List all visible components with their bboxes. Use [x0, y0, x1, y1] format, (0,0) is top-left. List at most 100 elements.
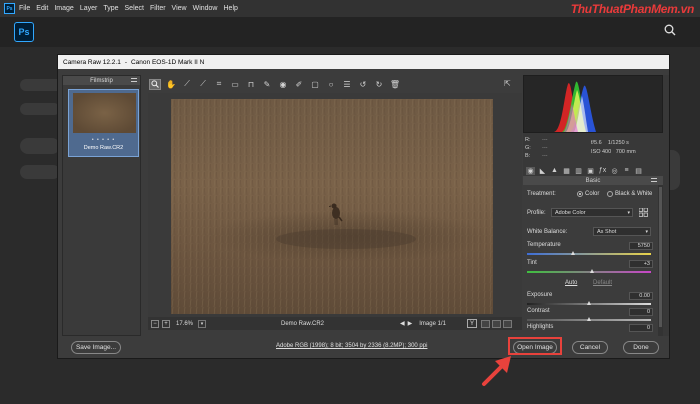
split-toning-tab-icon[interactable]: ▥: [574, 167, 583, 175]
temperature-row: Temperature: [527, 242, 561, 248]
panel-scrollbar[interactable]: [658, 185, 663, 336]
straighten-tool-icon[interactable]: ▭: [229, 79, 241, 90]
radio-unchecked-icon[interactable]: [607, 191, 613, 197]
menu-edit[interactable]: Edit: [36, 5, 48, 12]
menu-view[interactable]: View: [172, 5, 187, 12]
temperature-slider[interactable]: [527, 251, 651, 255]
menu-filter[interactable]: Filter: [150, 5, 166, 12]
g-label: G:: [525, 145, 531, 151]
menu-window[interactable]: Window: [193, 5, 218, 12]
save-image-button[interactable]: Save Image...: [71, 341, 121, 354]
ps-mini-icon: Ps: [4, 3, 15, 14]
temperature-slider-knob[interactable]: [571, 251, 575, 255]
temperature-label: Temperature: [527, 242, 561, 248]
auto-button[interactable]: Auto: [565, 280, 577, 286]
lens-tab-icon[interactable]: ▣: [586, 167, 595, 175]
exposure-value[interactable]: 0.00: [629, 292, 653, 300]
presets-tab-icon[interactable]: ≡: [622, 167, 631, 174]
effects-tab-icon[interactable]: ƒx: [598, 167, 607, 174]
red-eye-icon[interactable]: ◉: [277, 79, 289, 90]
done-button[interactable]: Done: [623, 341, 659, 354]
chevron-down-icon: ▾: [627, 209, 630, 216]
hsl-tab-icon[interactable]: ▦: [562, 167, 571, 175]
menu-layer[interactable]: Layer: [80, 5, 98, 12]
highlights-label: Highlights: [527, 324, 554, 330]
rating-stars[interactable]: • • • • •: [69, 137, 138, 143]
zoom-tool-icon[interactable]: [149, 78, 161, 90]
highlights-row: Highlights: [527, 324, 553, 330]
chevron-down-icon: ▾: [645, 228, 648, 235]
exposure-label: Exposure: [527, 292, 553, 298]
temperature-value[interactable]: 5750: [629, 242, 653, 250]
tint-slider[interactable]: [527, 269, 651, 273]
menu-help[interactable]: Help: [224, 5, 238, 12]
treatment-color-label: Color: [585, 191, 600, 197]
profile-select[interactable]: Adobe Color ▾: [551, 208, 633, 217]
menu-type[interactable]: Type: [103, 5, 118, 12]
search-icon[interactable]: [664, 24, 676, 38]
detail-tab-icon[interactable]: ▲: [550, 167, 559, 174]
tint-value[interactable]: +3: [629, 260, 653, 268]
prev-image-button[interactable]: ◀: [400, 320, 405, 327]
scrollbar-thumb[interactable]: [659, 187, 662, 327]
color-sampler-icon[interactable]: ⟋: [197, 79, 209, 90]
radial-filter-icon[interactable]: ○: [325, 79, 337, 90]
image-count: Image 1/1: [419, 320, 446, 327]
view-copy-icon[interactable]: [492, 319, 501, 328]
adjustment-brush-icon[interactable]: ✐: [293, 79, 305, 90]
exposure-slider-knob[interactable]: [587, 301, 591, 305]
before-after-toggle[interactable]: Y: [467, 319, 477, 328]
panel-menu-icon[interactable]: [651, 178, 657, 182]
cancel-button[interactable]: Cancel: [572, 341, 608, 354]
view-toggle-icon[interactable]: [503, 319, 512, 328]
preview-photo[interactable]: [171, 99, 493, 314]
zoom-in-button[interactable]: +: [162, 319, 170, 328]
highlights-value[interactable]: 0: [629, 324, 653, 332]
snapshots-tab-icon[interactable]: ▤: [634, 167, 643, 175]
filmstrip-thumbnail[interactable]: • • • • • Demo Raw.CR2: [68, 89, 139, 157]
zoom-out-button[interactable]: −: [151, 319, 159, 328]
default-button[interactable]: Default: [593, 280, 612, 286]
white-balance-select[interactable]: As Shot ▾: [593, 227, 651, 236]
menu-file[interactable]: File: [19, 5, 30, 12]
contrast-slider-knob[interactable]: [587, 317, 591, 321]
status-filename: Demo Raw.CR2: [281, 320, 325, 327]
ps-home-bar: [0, 17, 700, 47]
hand-tool-icon[interactable]: ✋: [165, 79, 177, 90]
tint-label: Tint: [527, 260, 537, 266]
rotate-right-icon[interactable]: ↻: [373, 79, 385, 90]
white-balance-tool-icon[interactable]: ⟋: [181, 79, 193, 90]
treatment-color-option[interactable]: Color: [577, 191, 599, 197]
menu-select[interactable]: Select: [125, 5, 144, 12]
menu-image[interactable]: Image: [54, 5, 73, 12]
spot-removal-icon[interactable]: ✎: [261, 79, 273, 90]
trash-icon[interactable]: 🗑: [389, 79, 401, 90]
calibration-tab-icon[interactable]: ◎: [610, 167, 619, 175]
white-balance-value: As Shot: [597, 228, 617, 235]
treatment-bw-option[interactable]: Black & White: [607, 191, 652, 197]
zoom-dropdown-icon[interactable]: ▾: [198, 319, 206, 328]
graduated-filter-icon[interactable]: ▢: [309, 79, 321, 90]
basic-tab-icon[interactable]: ◉: [526, 166, 535, 175]
view-swap-icon[interactable]: [481, 319, 490, 328]
fullscreen-icon[interactable]: ⇱: [504, 79, 511, 88]
filmstrip-menu-icon[interactable]: [131, 78, 137, 82]
tint-slider-knob[interactable]: [590, 269, 594, 273]
workflow-options-link[interactable]: Adobe RGB (1998); 8 bit; 3504 by 2336 (8…: [276, 343, 427, 349]
photoshop-logo[interactable]: Ps: [14, 22, 34, 42]
thumbnail-filename: Demo Raw.CR2: [83, 145, 124, 151]
preferences-icon[interactable]: ☰: [341, 79, 353, 90]
panel-tabs: ◉ ◣ ▲ ▦ ▥ ▣ ƒx ◎ ≡ ▤: [523, 165, 663, 176]
crop-tool-icon[interactable]: ⌗: [213, 79, 225, 90]
filmstrip-header: Filmstrip: [63, 76, 140, 85]
tone-curve-tab-icon[interactable]: ◣: [538, 167, 547, 175]
rotate-left-icon[interactable]: ↺: [357, 79, 369, 90]
exposure-slider[interactable]: [527, 301, 651, 305]
transform-tool-icon[interactable]: ⊓: [245, 79, 257, 90]
profile-browser-icon[interactable]: [639, 208, 648, 217]
contrast-value[interactable]: 0: [629, 308, 653, 316]
radio-checked-icon[interactable]: [577, 191, 583, 197]
contrast-slider[interactable]: [527, 317, 651, 321]
thumbnail-image: [73, 93, 136, 133]
next-image-button[interactable]: ▶: [408, 320, 413, 327]
